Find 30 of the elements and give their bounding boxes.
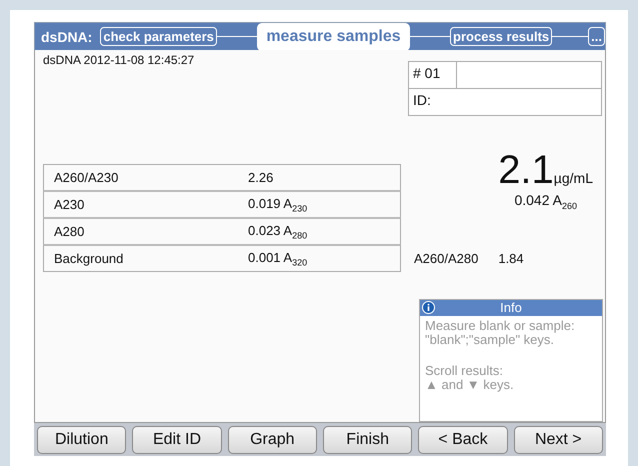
softkey-button[interactable]: Dilution bbox=[37, 426, 126, 454]
softkey-button[interactable]: Finish bbox=[322, 426, 412, 454]
softkey-button[interactable]: Graph bbox=[228, 426, 317, 454]
softkey-button[interactable]: < Back bbox=[418, 426, 508, 454]
step-tab[interactable]: measure samples bbox=[257, 23, 410, 50]
row-value: 0.019 A$_{230}$ bbox=[248, 196, 308, 214]
concentration-unit: µg/mL bbox=[554, 170, 593, 186]
id-label: ID: bbox=[412, 91, 432, 110]
info-text: Measure blank or sample: "blank";"sample" keys. bbox=[424, 316, 576, 347]
row-label: A260/A230 bbox=[53, 170, 120, 185]
row-label: A280 bbox=[53, 224, 86, 239]
row-value: 2.26 bbox=[248, 170, 274, 185]
timestamp: dsDNA 2012-11-08 12:45:27 bbox=[43, 53, 196, 67]
concentration-value: 2.1 bbox=[498, 150, 554, 190]
ratio-label: A260/A280 bbox=[414, 250, 478, 266]
step-tab[interactable]: ... bbox=[588, 27, 605, 46]
row-label: Background bbox=[53, 251, 124, 266]
app-title: dsDNA: bbox=[41, 28, 92, 44]
step-tab[interactable]: check parameters bbox=[100, 27, 217, 46]
info-title: Info bbox=[500, 300, 522, 316]
softkey-button[interactable]: Next > bbox=[514, 426, 603, 454]
softkey-button[interactable]: Edit ID bbox=[132, 426, 222, 454]
row-label: A230 bbox=[53, 197, 86, 212]
step-tab[interactable]: process results bbox=[450, 27, 552, 46]
row-value: 0.001 A$_{320}$ bbox=[248, 250, 308, 268]
ratio-value: 1.84 bbox=[498, 250, 524, 266]
info-text: Scroll results: ▲ and ▼ keys. bbox=[424, 362, 515, 392]
row-value: 0.023 A$_{280}$ bbox=[248, 222, 308, 240]
absorbance-value: 0.042 A$_{260}$ bbox=[514, 192, 577, 211]
sample-number: # 01 bbox=[409, 62, 457, 88]
